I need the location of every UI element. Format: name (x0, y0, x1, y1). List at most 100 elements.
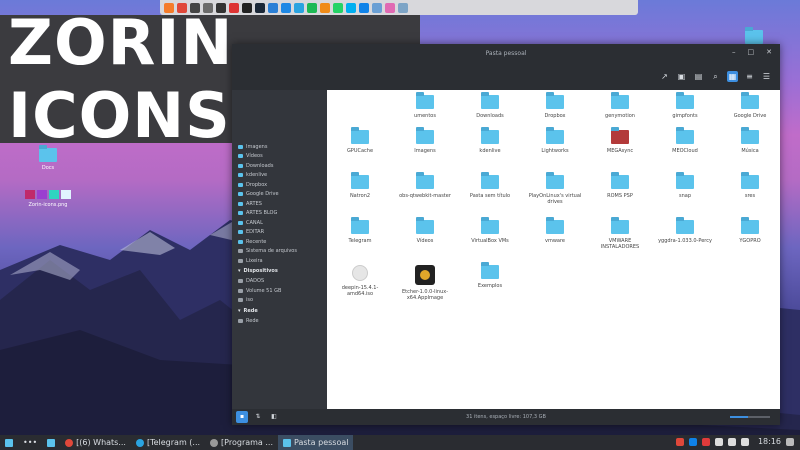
task-whatsapp[interactable]: [(6) Whats... (60, 435, 131, 450)
sidebar-section-header[interactable]: ▾ Dispositivos (238, 266, 327, 277)
file-item[interactable]: Imagens (395, 127, 455, 154)
sidebar-item[interactable]: Lixeira (238, 256, 327, 266)
folder-icon (481, 217, 499, 234)
maximize-icon[interactable]: □ (748, 48, 755, 56)
chrome-tray-icon[interactable] (675, 437, 684, 446)
clock[interactable]: 18:16 (758, 437, 781, 446)
dropbox-tray-icon[interactable] (688, 437, 697, 446)
file-item[interactable]: yggdra-1.033.0-Percy (655, 217, 715, 244)
file-item[interactable]: PlayOnLinux's virtual drives (525, 172, 585, 205)
file-item[interactable]: obs-qtwebkit-master (395, 172, 455, 199)
menu-icon[interactable]: ☰ (761, 71, 772, 82)
file-item[interactable]: Telegram (330, 217, 390, 244)
desktop-icon[interactable] (42, 435, 60, 450)
sidebar-item-label: Imagens (246, 143, 268, 150)
battery-tray-icon[interactable] (740, 437, 749, 446)
minimize-icon[interactable]: – (732, 48, 736, 56)
file-label: VMWARE INSTALADORES (600, 238, 640, 250)
file-item[interactable]: YGOPRO (720, 217, 780, 244)
sidebar-item[interactable]: Downloads (238, 161, 327, 171)
file-item[interactable]: vmware (525, 217, 585, 244)
file-item[interactable]: gimpfonts (655, 92, 715, 119)
sidebar-item[interactable]: DADOS (238, 277, 327, 287)
sidebar-item[interactable]: Imagens (238, 142, 327, 152)
file-item[interactable]: deepin-15.4.1-amd64.iso (330, 265, 390, 297)
file-item[interactable]: Etcher-1.0.0-linux-x64.AppImage (395, 265, 455, 301)
sidebar-item[interactable]: iso (238, 296, 327, 306)
file-item[interactable]: sres (720, 172, 780, 199)
file-item[interactable]: Lightworks (525, 127, 585, 154)
file-item[interactable]: genymotion (590, 92, 650, 119)
sidebar-item-label: kdenlive (246, 172, 268, 179)
file-item[interactable]: snap (655, 172, 715, 199)
file-item[interactable]: VMWARE INSTALADORES (590, 217, 650, 250)
zorin-menu-icon[interactable] (0, 435, 18, 450)
file-item[interactable]: Vídeos (395, 217, 455, 244)
file-label: Imagens (414, 148, 436, 154)
sidebar-item[interactable]: Dropbox (238, 180, 327, 190)
desktop-folder-top-right[interactable] (742, 27, 766, 44)
file-item[interactable]: Natron2 (330, 172, 390, 199)
folder-icon (676, 127, 694, 144)
file-item[interactable]: Pasta sem título (460, 172, 520, 199)
sidebar-item-label: CANAL (246, 219, 263, 226)
sidebar-item[interactable]: Google Drive (238, 190, 327, 200)
folder-icon (481, 172, 499, 189)
file-item[interactable]: ROMS PSP (590, 172, 650, 199)
file-item[interactable]: Downloads (460, 92, 520, 119)
bookmark-icon[interactable]: ▣ (676, 71, 687, 82)
sidebar-item[interactable]: Volume 51 GB (238, 286, 327, 296)
desktop-folder-docs[interactable]: Docs (36, 145, 60, 171)
sidebar-item[interactable]: ARTES BLOG (238, 209, 327, 219)
sidebar-item[interactable]: CANAL (238, 218, 327, 228)
show-apps-icon[interactable]: ••• (18, 435, 42, 450)
file-label: Natron2 (349, 193, 371, 199)
sidebar-item[interactable]: kdenlive (238, 171, 327, 181)
new-folder-icon[interactable]: ▤ (693, 71, 704, 82)
sidebar-item[interactable]: Vídeos (238, 152, 327, 162)
file-label: PlayOnLinux's virtual drives (528, 193, 582, 205)
file-item[interactable]: umentos (395, 92, 455, 119)
sidebar-item[interactable]: Recente (238, 237, 327, 247)
file-item[interactable]: Google Drive (720, 92, 780, 119)
file-label: gimpfonts (672, 113, 698, 119)
file-item[interactable]: MEGAsync (590, 127, 650, 154)
file-item[interactable]: VirtualBox VMs (460, 217, 520, 244)
window-title: Pasta pessoal (485, 49, 527, 57)
task-pasta-pessoal[interactable]: Pasta pessoal (278, 435, 354, 450)
task-telegram[interactable]: [Telegram (... (131, 435, 205, 450)
close-icon[interactable]: ✕ (766, 48, 772, 56)
desktop-image-file[interactable]: Zorin-icons.png (20, 190, 76, 208)
sidebar-item-label: Lixeira (246, 257, 263, 264)
drive-icon (238, 318, 243, 323)
file-item[interactable]: kdenlive (460, 127, 520, 154)
file-item[interactable]: GPUCache (330, 127, 390, 154)
search-icon[interactable]: ⌕ (710, 71, 721, 82)
sidebar-item[interactable]: Sistema de arquivos (238, 247, 327, 257)
list-view-icon[interactable]: ≡ (744, 71, 755, 82)
sidebar-item[interactable]: Rede (238, 316, 327, 326)
sidebar-item[interactable]: ARTES (238, 199, 327, 209)
sidebar-item[interactable]: EDITAR (238, 228, 327, 238)
network-tray-icon[interactable] (714, 437, 723, 446)
drive-icon (238, 249, 243, 254)
path-edit-icon[interactable]: ↗ (659, 71, 670, 82)
folder-icon (238, 154, 243, 159)
task-programa[interactable]: [Programa ... (205, 435, 278, 450)
volume-tray-icon[interactable] (727, 437, 736, 446)
file-label: vmware (544, 238, 565, 244)
sidebar-section-header[interactable]: ▾ Rede (238, 305, 327, 316)
file-item[interactable]: Exemplos (460, 262, 520, 289)
grid-view-icon[interactable]: ▦ (727, 70, 738, 82)
notifications-icon[interactable] (786, 437, 794, 446)
sidebar-item-label: Recente (246, 238, 267, 245)
file-label: GPUCache (346, 148, 374, 154)
sidebar-item-label: EDITAR (246, 229, 265, 236)
file-item[interactable]: MEOCloud (655, 127, 715, 154)
file-item[interactable]: Música (720, 127, 780, 154)
file-label: Dropbox (544, 113, 566, 119)
file-label: Pasta sem título (469, 193, 511, 199)
zoom-slider[interactable] (730, 416, 770, 418)
mega-tray-icon[interactable] (701, 437, 710, 446)
file-item[interactable]: Dropbox (525, 92, 585, 119)
